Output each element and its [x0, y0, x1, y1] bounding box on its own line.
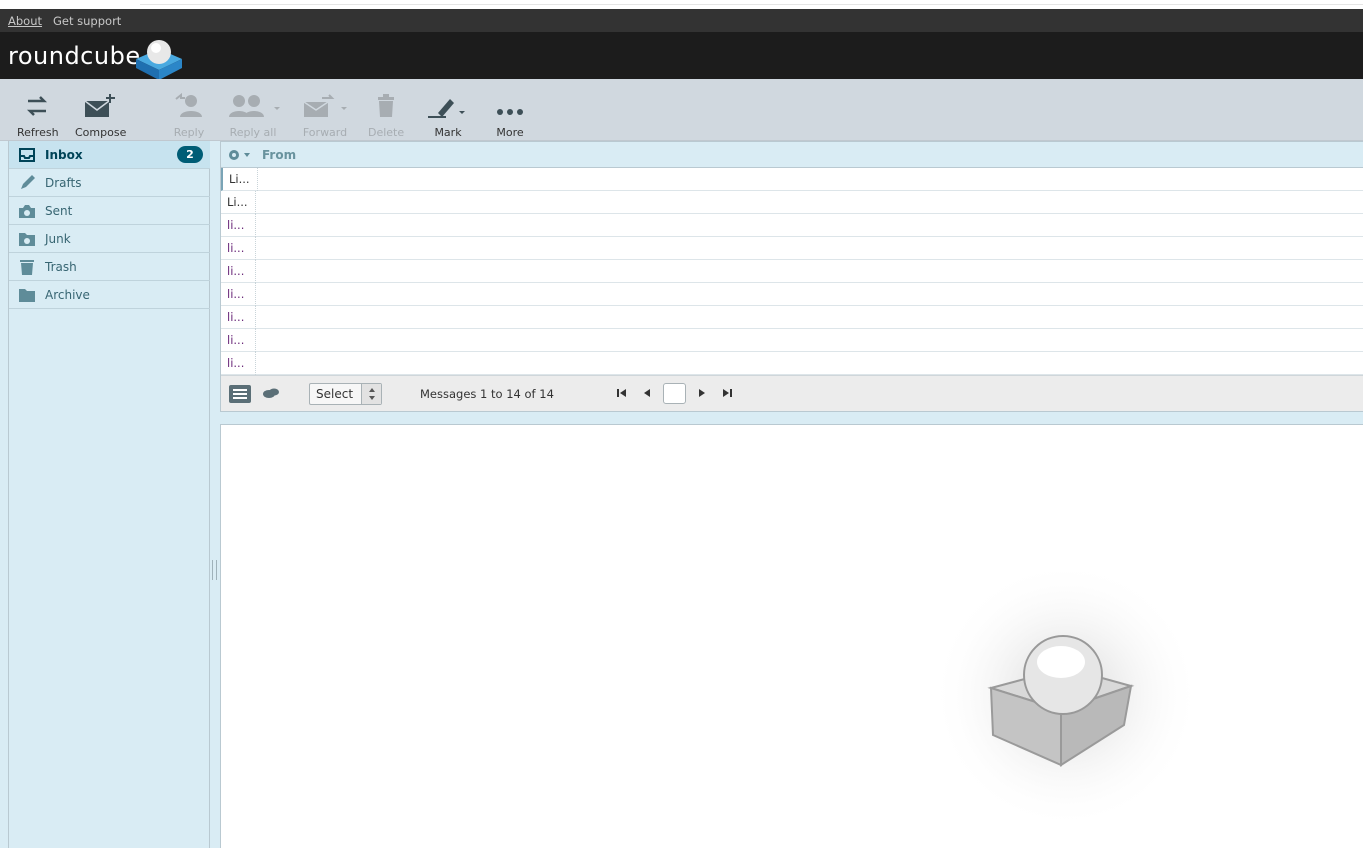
message-row[interactable]: Li... — [221, 168, 1363, 191]
forward-button[interactable]: Forward — [300, 93, 350, 139]
more-button[interactable]: More — [494, 93, 526, 139]
junk-icon — [19, 233, 35, 246]
more-label: More — [496, 126, 524, 139]
folder-label: Drafts — [45, 176, 82, 190]
message-from: li... — [221, 283, 256, 306]
delete-label: Delete — [368, 126, 405, 139]
last-page-icon[interactable] — [720, 386, 734, 400]
refresh-label: Refresh — [17, 126, 59, 139]
folder-drafts[interactable]: Drafts — [9, 169, 210, 197]
message-from: li... — [221, 237, 256, 260]
message-row[interactable]: li... — [221, 283, 1363, 306]
select-dropdown[interactable]: Select — [309, 383, 382, 405]
folder-label: Sent — [45, 204, 73, 218]
column-header-from[interactable]: From — [262, 148, 296, 162]
message-from: li... — [221, 214, 256, 237]
unread-count-badge: 2 — [177, 146, 203, 163]
message-from: Li... — [223, 168, 258, 191]
toolbar: Refresh Compose Reply Reply all Forward … — [0, 79, 1363, 141]
folder-sent[interactable]: Sent — [9, 197, 210, 225]
highlighter-icon — [428, 93, 468, 123]
message-from: Li... — [221, 191, 256, 214]
roundcube-logo-icon — [136, 40, 182, 80]
forward-icon — [300, 93, 350, 123]
archive-icon — [19, 289, 35, 302]
select-label: Select — [316, 387, 354, 401]
top-navigation: About Get support — [0, 9, 1363, 32]
next-page-icon[interactable] — [695, 386, 709, 400]
forward-label: Forward — [302, 126, 348, 139]
reply-all-button[interactable]: Reply all — [224, 93, 282, 139]
message-list-footer: Select Messages 1 to 14 of 14 — [221, 375, 1363, 411]
sent-icon — [19, 205, 35, 218]
more-dots-icon — [494, 93, 526, 123]
thread-view-icon[interactable] — [261, 385, 281, 403]
reply-all-label: Reply all — [229, 126, 277, 139]
folder-label: Archive — [45, 288, 90, 302]
previous-page-icon[interactable] — [640, 386, 654, 400]
message-from: li... — [221, 352, 256, 375]
compose-button[interactable]: Compose — [75, 93, 127, 139]
message-row[interactable]: li... — [221, 306, 1363, 329]
refresh-icon — [17, 93, 57, 123]
compose-label: Compose — [75, 126, 127, 139]
message-from: li... — [221, 306, 256, 329]
reply-button[interactable]: Reply — [172, 93, 206, 139]
folder-trash[interactable]: Trash — [9, 253, 210, 281]
inbox-icon — [19, 148, 35, 162]
message-list: From Li... Li... li... li... li... li...… — [220, 141, 1363, 412]
message-from: li... — [221, 329, 256, 352]
pencil-icon — [21, 175, 35, 189]
pane-splitter-handle[interactable] — [212, 560, 217, 580]
folder-junk[interactable]: Junk — [9, 225, 210, 253]
message-row[interactable]: Li... — [221, 191, 1363, 214]
reply-label: Reply — [173, 126, 205, 139]
message-list-header: From — [221, 142, 1363, 168]
message-rows: Li... Li... li... li... li... li... li..… — [221, 168, 1363, 377]
folder-label: Junk — [45, 232, 71, 246]
top-strip — [0, 0, 1363, 9]
app-header: roundcube — [0, 32, 1363, 80]
message-preview-pane — [220, 424, 1363, 848]
roundcube-watermark-icon — [931, 560, 1201, 830]
message-row[interactable]: li... — [221, 237, 1363, 260]
folder-inbox[interactable]: Inbox 2 — [9, 141, 210, 169]
first-page-icon[interactable] — [615, 386, 629, 400]
refresh-button[interactable]: Refresh — [17, 93, 59, 139]
message-from: li... — [221, 260, 256, 283]
mark-button[interactable]: Mark — [428, 93, 468, 139]
dropdown-arrows-icon — [361, 384, 381, 404]
message-row[interactable]: li... — [221, 329, 1363, 352]
message-row[interactable]: li... — [221, 352, 1363, 375]
message-row[interactable]: li... — [221, 214, 1363, 237]
list-view-icon[interactable] — [229, 385, 251, 403]
mark-label: Mark — [434, 126, 462, 139]
message-count: Messages 1 to 14 of 14 — [420, 387, 554, 401]
reply-all-icon — [224, 93, 282, 123]
about-link[interactable]: About — [8, 14, 42, 28]
folder-label: Trash — [45, 260, 77, 274]
logo-text: roundcube — [8, 42, 141, 70]
message-row[interactable]: li... — [221, 260, 1363, 283]
folder-label: Inbox — [45, 148, 83, 162]
folder-list: Inbox 2 Drafts Sent Junk Trash Archive — [8, 141, 210, 848]
list-options-gear-icon[interactable] — [227, 148, 253, 162]
get-support-link[interactable]: Get support — [53, 14, 121, 28]
reply-icon — [172, 93, 206, 123]
delete-button[interactable]: Delete — [368, 93, 404, 139]
trash-icon — [368, 93, 404, 123]
page-number-input[interactable] — [663, 383, 686, 404]
trash-icon — [20, 260, 34, 275]
compose-icon — [75, 93, 123, 123]
folder-archive[interactable]: Archive — [9, 281, 210, 309]
